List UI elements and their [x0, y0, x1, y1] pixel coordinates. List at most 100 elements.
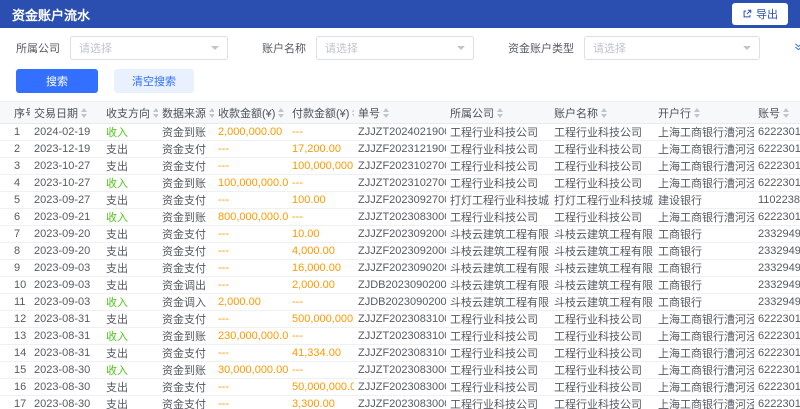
expand-filters-link[interactable]: 展开筛选 [794, 40, 800, 56]
cell-account-no: 11022382 [754, 192, 800, 209]
table-row[interactable]: 122023-08-31支出资金支付---500,000,000.00ZJJZF… [0, 311, 800, 328]
cell-bank: 上海工商银行漕河泾支行 [654, 311, 754, 328]
cell-receipt-amount: 100,000,000.00 [214, 175, 288, 192]
cell-date: 2023-09-03 [30, 294, 102, 311]
cell-source: 资金支付 [158, 311, 214, 328]
sort-icon[interactable] [278, 108, 284, 118]
table-row[interactable]: 22023-12-19支出资金支付---17,200.00ZJJZF202312… [0, 141, 800, 158]
cell-company: 工程行业科技公司 [446, 311, 550, 328]
expand-filters-icon [794, 42, 800, 54]
cell-no: 4 [0, 175, 30, 192]
table-row[interactable]: 42023-10-27收入资金到账100,000,000.00---ZJJZT2… [0, 175, 800, 192]
sort-icon[interactable] [81, 108, 87, 118]
fund-flow-table: 序号交易日期 收支方向数据来源收款金额(¥) 付款金额(¥)单号所属公司账户名称开户… [0, 101, 800, 409]
table-head-row: 序号交易日期 收支方向数据来源收款金额(¥) 付款金额(¥)单号所属公司账户名称开户… [0, 102, 800, 124]
cell-account-name: 工程行业科技公司 [550, 141, 654, 158]
cell-account-name: 工程行业科技公司 [550, 328, 654, 345]
cell-payment-amount: 3,300.00 [288, 396, 354, 409]
cell-source: 资金支付 [158, 396, 214, 409]
cell-payment-amount: --- [288, 124, 354, 141]
cell-receipt-amount: --- [214, 260, 288, 277]
table-row[interactable]: 132023-08-31收入资金到账230,000,000.00---ZJJZT… [0, 328, 800, 345]
column-label: 收款金额(¥) [218, 108, 275, 120]
cell-receipt-amount: --- [214, 396, 288, 409]
column-header[interactable]: 数据来源 [158, 102, 214, 124]
search-button[interactable]: 搜索 [16, 69, 98, 93]
column-header[interactable]: 收支方向 [102, 102, 158, 124]
table-row[interactable]: 12024-02-19收入资金到账2,000,000.00---ZJJZT202… [0, 124, 800, 141]
cell-company: 工程行业科技公司 [446, 158, 550, 175]
table-row[interactable]: 82023-09-20支出资金支付---4,000.00ZJJZF2023092… [0, 243, 800, 260]
sort-icon[interactable] [601, 108, 607, 118]
cell-order-no: ZJJZT20240219001 [354, 124, 446, 141]
cell-company: 斗枝云建筑工程有限公司 [446, 243, 550, 260]
cell-bank: 工商银行 [654, 243, 754, 260]
cell-direction: 收入 [102, 209, 158, 226]
sort-icon[interactable] [153, 108, 158, 118]
table-row[interactable]: 142023-08-31支出资金支付---41,334.00ZJJZF20230… [0, 345, 800, 362]
cell-account-name: 工程行业科技公司 [550, 396, 654, 409]
column-header[interactable]: 单号 [354, 102, 446, 124]
account-name-select-placeholder: 请选择 [325, 40, 358, 56]
cell-receipt-amount: 2,000,000.00 [214, 124, 288, 141]
sort-icon[interactable] [383, 108, 389, 118]
column-header[interactable]: 交易日期 [30, 102, 102, 124]
cell-date: 2023-08-30 [30, 396, 102, 409]
cell-account-no: 23329499 [754, 277, 800, 294]
table-row[interactable]: 32023-10-27支出资金支付---100,000,000.00ZJJZF2… [0, 158, 800, 175]
table-row[interactable]: 112023-09-03收入资金调入2,000.00---ZJDB2023090… [0, 294, 800, 311]
column-header[interactable]: 开户行 [654, 102, 754, 124]
export-button-label: 导出 [756, 6, 778, 22]
cell-source: 资金支付 [158, 243, 214, 260]
table-row[interactable]: 162023-08-30支出资金支付---50,000,000.00ZJJZF2… [0, 379, 800, 396]
column-label: 序号 [14, 108, 30, 120]
cell-receipt-amount: --- [214, 141, 288, 158]
cell-account-name: 斗枝云建筑工程有限公司 [550, 294, 654, 311]
cell-order-no: ZJJZF20230920001 [354, 243, 446, 260]
company-select[interactable]: 请选择 [70, 36, 228, 60]
clear-search-button[interactable]: 清空搜索 [114, 69, 194, 93]
sort-icon[interactable] [783, 108, 789, 118]
cell-no: 2 [0, 141, 30, 158]
cell-account-name: 工程行业科技公司 [550, 362, 654, 379]
cell-no: 12 [0, 311, 30, 328]
cell-order-no: ZJDB20230902001 [354, 294, 446, 311]
account-name-select[interactable]: 请选择 [316, 36, 474, 60]
table-row[interactable]: 62023-09-21收入资金到账800,000,000.00---ZJJZT2… [0, 209, 800, 226]
cell-no: 9 [0, 260, 30, 277]
cell-payment-amount: --- [288, 294, 354, 311]
column-header[interactable]: 收款金额(¥) [214, 102, 288, 124]
sort-icon[interactable] [209, 108, 214, 118]
sort-icon[interactable] [352, 108, 354, 118]
cell-direction: 支出 [102, 277, 158, 294]
cell-bank: 上海工商银行漕河泾支行 [654, 209, 754, 226]
sort-icon[interactable] [694, 108, 700, 118]
table-row[interactable]: 72023-09-20支出资金支付---10.00ZJJZF2023092000… [0, 226, 800, 243]
filter-account-name-label: 账户名称 [262, 40, 306, 56]
cell-account-name: 斗枝云建筑工程有限公司 [550, 277, 654, 294]
cell-direction: 收入 [102, 124, 158, 141]
cell-payment-amount: 100,000,000.00 [288, 158, 354, 175]
table-row[interactable]: 152023-08-30收入资金到账30,000,000.00---ZJJZT2… [0, 362, 800, 379]
table-row[interactable]: 102023-09-03支出资金调出---2,000.00ZJDB2023090… [0, 277, 800, 294]
cell-account-no: 62223011 [754, 141, 800, 158]
sort-icon[interactable] [497, 108, 503, 118]
cell-account-name: 工程行业科技公司 [550, 379, 654, 396]
column-header[interactable]: 账户名称 [550, 102, 654, 124]
table-row[interactable]: 92023-09-03支出资金支付---16,000.00ZJJZF202309… [0, 260, 800, 277]
cell-direction: 支出 [102, 345, 158, 362]
cell-no: 8 [0, 243, 30, 260]
table-row[interactable]: 52023-09-27支出资金支付---100.00ZJJZF202309270… [0, 192, 800, 209]
cell-no: 10 [0, 277, 30, 294]
column-header[interactable]: 账号 [754, 102, 800, 124]
column-header[interactable]: 所属公司 [446, 102, 550, 124]
filter-company-label: 所属公司 [16, 40, 60, 56]
account-type-select[interactable]: 请选择 [584, 36, 760, 60]
column-header[interactable]: 付款金额(¥) [288, 102, 354, 124]
cell-receipt-amount: 800,000,000.00 [214, 209, 288, 226]
cell-direction: 支出 [102, 260, 158, 277]
export-button[interactable]: 导出 [732, 3, 788, 25]
column-header: 序号 [0, 102, 30, 124]
table-row[interactable]: 172023-08-30支出资金支付---3,300.00ZJJZF202308… [0, 396, 800, 409]
column-label: 交易日期 [34, 108, 78, 120]
